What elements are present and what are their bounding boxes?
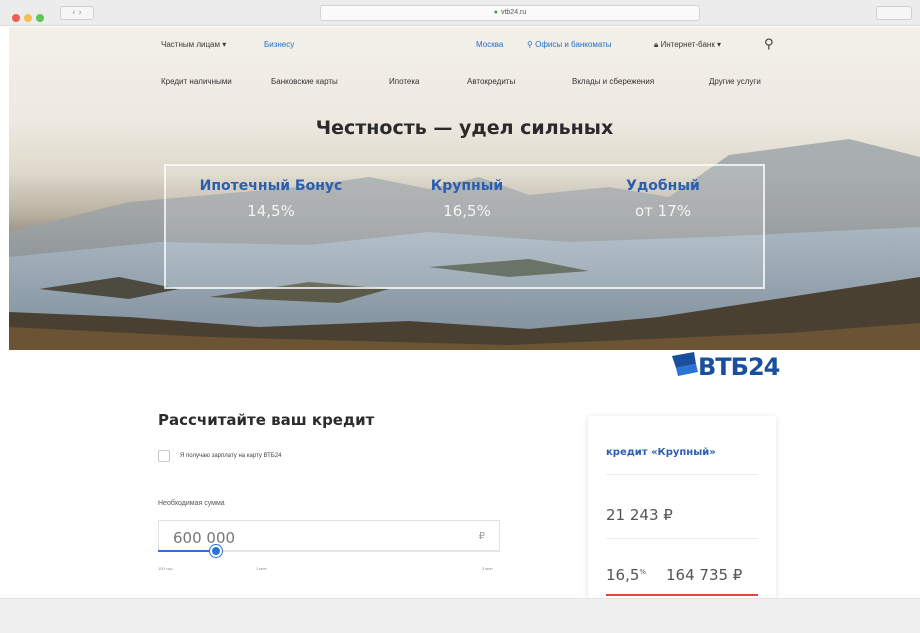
offer-rate: 16,5%: [443, 202, 491, 220]
url-text: vtb24.ru: [500, 9, 527, 16]
result-accent-line: [606, 594, 758, 596]
internet-bank-label: Интернет-банк ▾: [660, 40, 722, 49]
overpayment-value: 164 735 ₽: [666, 566, 743, 584]
hero-banner: Частным лицам ▾ Бизнесу Москва ⚲ Офисы и…: [9, 27, 920, 350]
nav-item-auto-credit[interactable]: Автокредиты: [467, 77, 515, 86]
rate-number: 16,5: [606, 566, 640, 584]
top-navigation: Частным лицам ▾ Бизнесу Москва ⚲ Офисы и…: [9, 27, 920, 61]
browser-actions[interactable]: [876, 6, 912, 20]
salary-card-checkbox[interactable]: [158, 450, 170, 462]
search-icon[interactable]: ⚲: [764, 36, 774, 52]
divider: [606, 474, 758, 475]
offer-name: Удобный: [626, 178, 700, 194]
amount-input[interactable]: 600 000 ₽: [158, 520, 500, 552]
amount-label: Необходимая сумма: [158, 500, 225, 507]
amount-slider-fill: [158, 550, 216, 552]
browser-toolbar: ‹ › ● vtb24.ru: [0, 0, 920, 26]
flag-icon: [672, 352, 698, 376]
calculator-title: Рассчитайте ваш кредит: [158, 411, 375, 429]
city-selector[interactable]: Москва: [476, 40, 503, 49]
window-controls: [12, 9, 48, 27]
offer-rate: 14,5%: [247, 202, 295, 220]
segment-individuals-link[interactable]: Частным лицам ▾: [161, 40, 226, 49]
logo-wordmark: ВТБ24: [698, 353, 780, 381]
hero-title: Честность — удел сильных: [315, 117, 614, 139]
currency-symbol: ₽: [478, 531, 485, 542]
slider-tick-min: 100 тыс.: [158, 566, 174, 571]
close-window-button[interactable]: [12, 14, 20, 22]
nav-item-other-services[interactable]: Другие услуги: [709, 77, 761, 86]
nav-item-deposits[interactable]: Вклады и сбережения: [572, 77, 654, 86]
offer-rate: от 17%: [634, 202, 692, 220]
lock-icon: ●: [493, 9, 498, 16]
monthly-payment-value: 21 243 ₽: [606, 506, 673, 524]
offices-label: Офисы и банкоматы: [535, 40, 612, 49]
amount-slider-handle[interactable]: [210, 545, 222, 557]
internet-bank-menu[interactable]: 🔒︎ Интернет-банк ▾: [654, 40, 721, 50]
slider-tick-max: 3 млн: [482, 566, 493, 571]
slider-tick-mid: 1 млн: [256, 566, 267, 571]
nav-item-bank-cards[interactable]: Банковские карты: [271, 77, 338, 86]
offer-card[interactable]: Крупный 16,5%: [367, 178, 567, 220]
offer-name: Крупный: [430, 178, 504, 194]
salary-card-label: Я получаю зарплату на карту ВТБ24: [180, 453, 282, 459]
amount-value: 600 000: [173, 529, 236, 547]
offer-name: Ипотечный Бонус: [199, 178, 343, 194]
maximize-window-button[interactable]: [36, 14, 44, 22]
divider: [606, 538, 758, 539]
viewport-bottom-fade: [0, 598, 920, 633]
offices-link[interactable]: ⚲ Офисы и банкоматы: [527, 40, 612, 49]
offer-card[interactable]: Ипотечный Бонус 14,5%: [171, 178, 371, 220]
segment-business-link[interactable]: Бизнесу: [264, 40, 294, 49]
offers-panel: Ипотечный Бонус 14,5% Крупный 16,5% Удоб…: [164, 164, 765, 289]
result-product[interactable]: кредит «Крупный»: [606, 447, 716, 458]
nav-item-cash-credit[interactable]: Кредит наличными: [161, 77, 232, 86]
address-bar[interactable]: ● vtb24.ru: [320, 5, 700, 21]
offer-card[interactable]: Удобный от 17%: [563, 178, 763, 220]
nav-item-mortgage[interactable]: Ипотека: [389, 77, 420, 86]
minimize-window-button[interactable]: [24, 14, 32, 22]
rate-value: 16,5%: [606, 566, 646, 584]
rate-unit: %: [639, 568, 647, 576]
vtb24-logo[interactable]: ВТБ24: [668, 340, 780, 392]
back-forward-buttons[interactable]: ‹ ›: [60, 6, 94, 20]
location-pin-icon: ⚲: [527, 40, 536, 49]
